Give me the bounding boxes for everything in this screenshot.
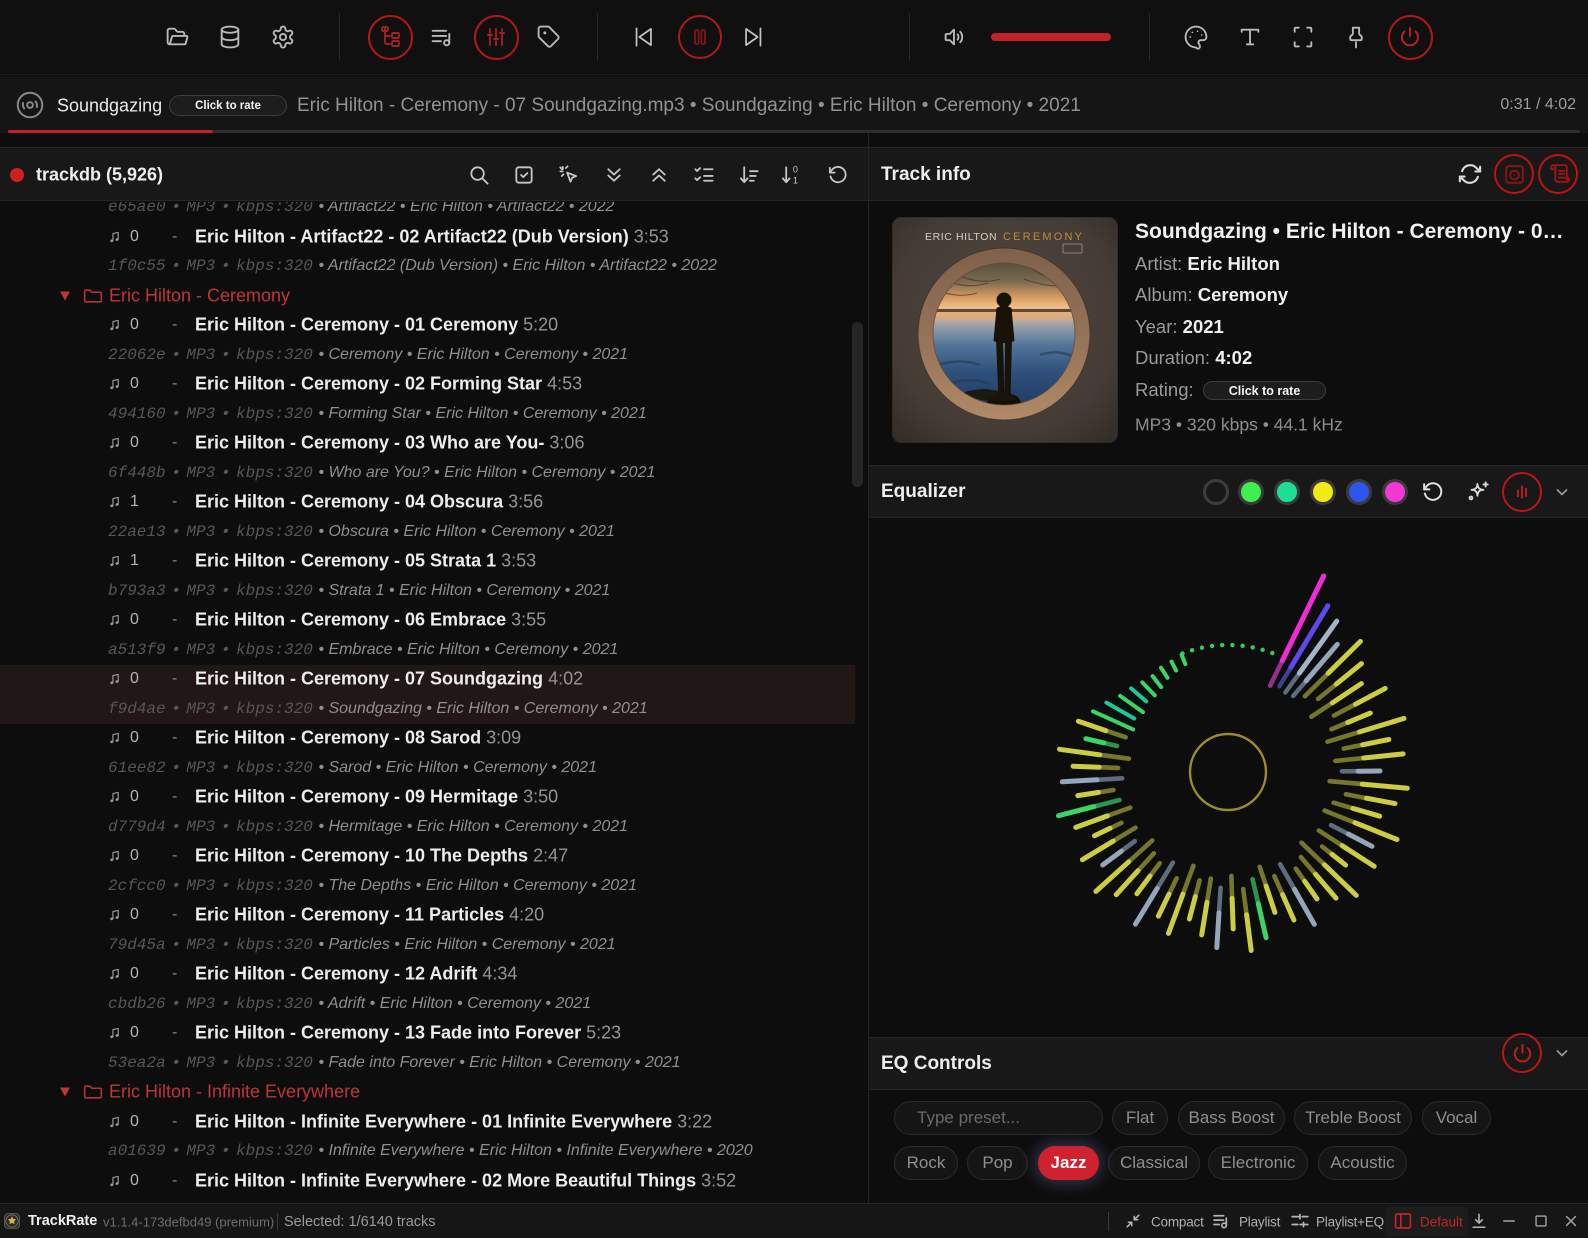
svg-text:ERIC HILTON: ERIC HILTON xyxy=(925,231,997,243)
svg-text:0: 0 xyxy=(793,165,798,175)
svg-text:1: 1 xyxy=(793,176,798,186)
svg-text:CEREMONY: CEREMONY xyxy=(1003,231,1084,243)
